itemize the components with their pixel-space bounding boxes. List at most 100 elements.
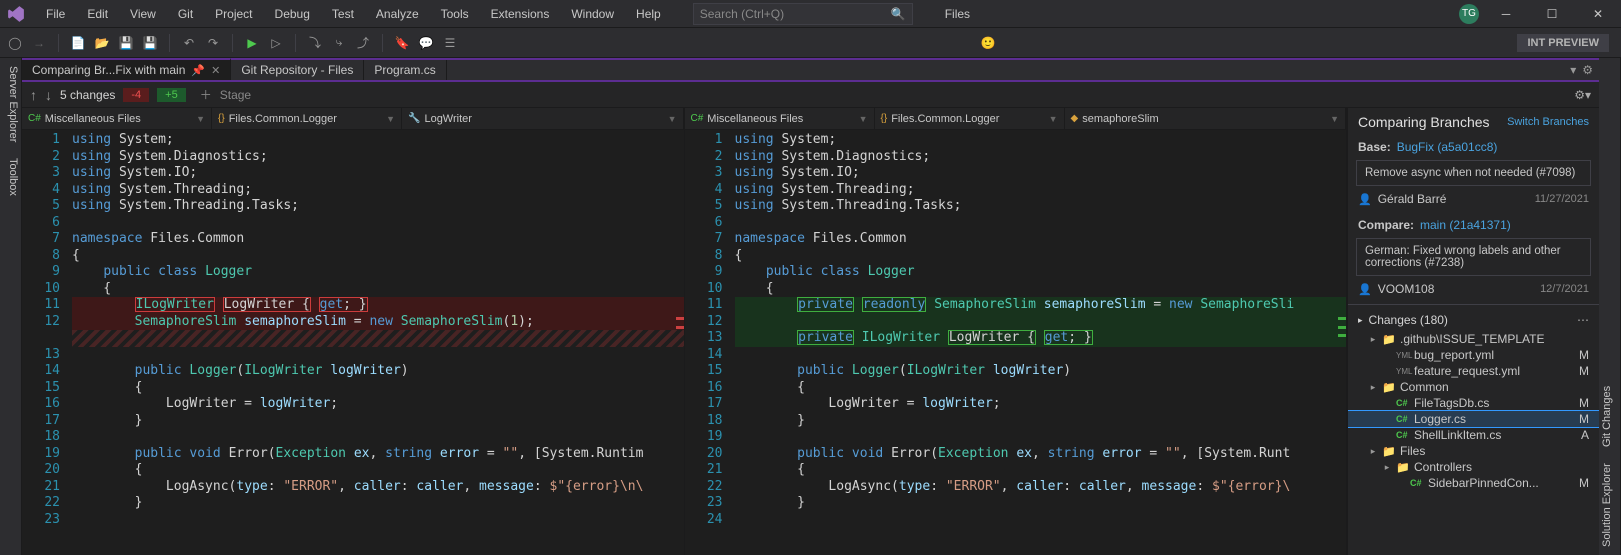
- start-icon[interactable]: ▶: [243, 34, 261, 52]
- int-preview-button[interactable]: INT PREVIEW: [1517, 34, 1609, 52]
- nav-member[interactable]: 🔧 LogWriter ▼: [402, 108, 684, 129]
- csharp-icon: C#: [691, 113, 704, 124]
- minimize-icon[interactable]: ─: [1487, 1, 1525, 27]
- nav-fwd-icon[interactable]: →: [30, 34, 48, 52]
- compare-branch[interactable]: main (21a41371): [1420, 218, 1511, 232]
- close-icon[interactable]: ✕: [1579, 1, 1617, 27]
- base-branch[interactable]: BugFix (a5a01cc8): [1397, 140, 1498, 154]
- bookmark-icon[interactable]: 🔖: [393, 34, 411, 52]
- added-count: +5: [157, 88, 186, 102]
- open-icon[interactable]: 📂: [93, 34, 111, 52]
- tree-row[interactable]: ▸📁Files: [1348, 443, 1599, 459]
- tab-dropdown-icon[interactable]: ▾: [1570, 63, 1576, 77]
- new-project-icon[interactable]: 📄: [69, 34, 87, 52]
- nav-project[interactable]: C# Miscellaneous Files ▼: [685, 108, 875, 129]
- chevron-icon[interactable]: ▸: [1368, 334, 1378, 345]
- tree-row[interactable]: C#ShellLinkItem.csA: [1348, 427, 1599, 443]
- left-siderail: Server Explorer Toolbox: [0, 58, 22, 555]
- code-right[interactable]: 123456789101112131415161718192021222324 …: [685, 130, 1347, 555]
- menu-file[interactable]: File: [36, 3, 75, 25]
- plus-icon[interactable]: ＋: [200, 86, 212, 103]
- server-explorer-tab[interactable]: Server Explorer: [2, 66, 19, 142]
- tab-label: Comparing Br...Fix with main: [32, 63, 185, 77]
- menu-extensions[interactable]: Extensions: [481, 3, 560, 25]
- tree-row[interactable]: YMLbug_report.ymlM: [1348, 347, 1599, 363]
- menu-debug[interactable]: Debug: [265, 3, 320, 25]
- nav-back-icon[interactable]: ◯: [6, 34, 24, 52]
- tree-row[interactable]: C#SidebarPinnedCon...M: [1348, 475, 1599, 491]
- tree-row[interactable]: C#FileTagsDb.csM: [1348, 395, 1599, 411]
- start-nodebug-icon[interactable]: ▷: [267, 34, 285, 52]
- prev-change-icon[interactable]: ↑: [30, 87, 37, 103]
- tab-program[interactable]: Program.cs: [364, 60, 446, 80]
- tree-row[interactable]: ▸📁Controllers: [1348, 459, 1599, 475]
- base-commit-msg: Remove async when not needed (#7098): [1356, 160, 1591, 186]
- code-left[interactable]: 1234567891011121314151617181920212223 us…: [22, 130, 684, 555]
- menu-test[interactable]: Test: [322, 3, 364, 25]
- next-change-icon[interactable]: ↓: [45, 87, 52, 103]
- tree-row[interactable]: ▸📁.github\ISSUE_TEMPLATE: [1348, 331, 1599, 347]
- save-all-icon[interactable]: 💾: [141, 34, 159, 52]
- tab-label: Git Repository - Files: [241, 63, 353, 77]
- menu-edit[interactable]: Edit: [77, 3, 118, 25]
- search-input[interactable]: Search (Ctrl+Q) 🔍: [693, 3, 913, 25]
- step-icon[interactable]: ⤵: [306, 34, 324, 52]
- close-tab-icon[interactable]: ✕: [211, 64, 220, 77]
- uncomment-icon[interactable]: ☰: [441, 34, 459, 52]
- nav-class[interactable]: {} Files.Common.Logger ▼: [875, 108, 1065, 129]
- changes-tree: ▸📁.github\ISSUE_TEMPLATEYMLbug_report.ym…: [1348, 331, 1599, 555]
- pin-icon[interactable]: 📌: [191, 64, 205, 77]
- csharp-file-icon: C#: [1396, 397, 1410, 409]
- menu-window[interactable]: Window: [561, 3, 624, 25]
- chevron-icon[interactable]: ▸: [1368, 382, 1378, 393]
- redo-icon[interactable]: ↷: [204, 34, 222, 52]
- maximize-icon[interactable]: ☐: [1533, 1, 1571, 27]
- menu-view[interactable]: View: [120, 3, 166, 25]
- nav-member[interactable]: ◆ semaphoreSlim ▼: [1065, 108, 1347, 129]
- menu-git[interactable]: Git: [168, 3, 203, 25]
- tree-row[interactable]: YMLfeature_request.ymlM: [1348, 363, 1599, 379]
- tab-git-repo[interactable]: Git Repository - Files: [231, 60, 364, 80]
- git-changes-tab[interactable]: Git Changes: [1601, 386, 1618, 447]
- base-date: 11/27/2021: [1535, 193, 1589, 205]
- right-siderail: Solution Explorer Git Changes: [1599, 58, 1621, 555]
- chevron-icon[interactable]: ▸: [1368, 446, 1378, 457]
- collapse-icon[interactable]: ▸: [1358, 315, 1363, 326]
- diff-settings-icon[interactable]: ⚙▾: [1574, 88, 1591, 102]
- undo-icon[interactable]: ↶: [180, 34, 198, 52]
- nav-label: LogWriter: [424, 113, 471, 125]
- menu-analyze[interactable]: Analyze: [366, 3, 429, 25]
- toolbar: ◯ → 📄 📂 💾 💾 ↶ ↷ ▶ ▷ ⤵ ⤷ ⤴ 🔖 💬 ☰ 🙂 INT PR…: [0, 28, 1621, 58]
- yaml-file-icon: YML: [1396, 365, 1410, 377]
- field-icon: ◆: [1071, 113, 1079, 124]
- tree-label: bug_report.yml: [1414, 348, 1494, 362]
- menu-help[interactable]: Help: [626, 3, 671, 25]
- tree-row[interactable]: C#Logger.csM: [1348, 411, 1599, 427]
- tab-gear-icon[interactable]: ⚙: [1582, 63, 1593, 77]
- solution-explorer-tab[interactable]: Solution Explorer: [1601, 463, 1618, 547]
- feedback-icon[interactable]: 🙂: [979, 34, 997, 52]
- tree-label: Common: [1400, 380, 1449, 394]
- menubar: File Edit View Git Project Debug Test An…: [0, 0, 1621, 28]
- folder-icon: 📁: [1382, 445, 1396, 458]
- step-out-icon[interactable]: ⤴: [354, 34, 372, 52]
- stage-label[interactable]: Stage: [220, 88, 251, 102]
- more-icon[interactable]: ⋯: [1577, 313, 1589, 327]
- avatar[interactable]: TG: [1459, 4, 1479, 24]
- solution-label[interactable]: Files: [935, 3, 980, 25]
- menu-project[interactable]: Project: [205, 3, 262, 25]
- nav-project[interactable]: C# Miscellaneous Files ▼: [22, 108, 212, 129]
- app-icon: [4, 2, 28, 26]
- menu-tools[interactable]: Tools: [431, 3, 479, 25]
- save-icon[interactable]: 💾: [117, 34, 135, 52]
- chevron-icon[interactable]: ▸: [1382, 462, 1392, 473]
- tree-row[interactable]: ▸📁Common: [1348, 379, 1599, 395]
- toolbox-tab[interactable]: Toolbox: [2, 158, 19, 196]
- tab-compare[interactable]: Comparing Br...Fix with main 📌 ✕: [22, 58, 231, 80]
- switch-branches-link[interactable]: Switch Branches: [1507, 116, 1589, 128]
- comment-icon[interactable]: 💬: [417, 34, 435, 52]
- step-over-icon[interactable]: ⤷: [330, 34, 348, 52]
- nav-class[interactable]: {} Files.Common.Logger ▼: [212, 108, 402, 129]
- tree-label: Logger.cs: [1414, 412, 1466, 426]
- removed-count: -4: [123, 88, 149, 102]
